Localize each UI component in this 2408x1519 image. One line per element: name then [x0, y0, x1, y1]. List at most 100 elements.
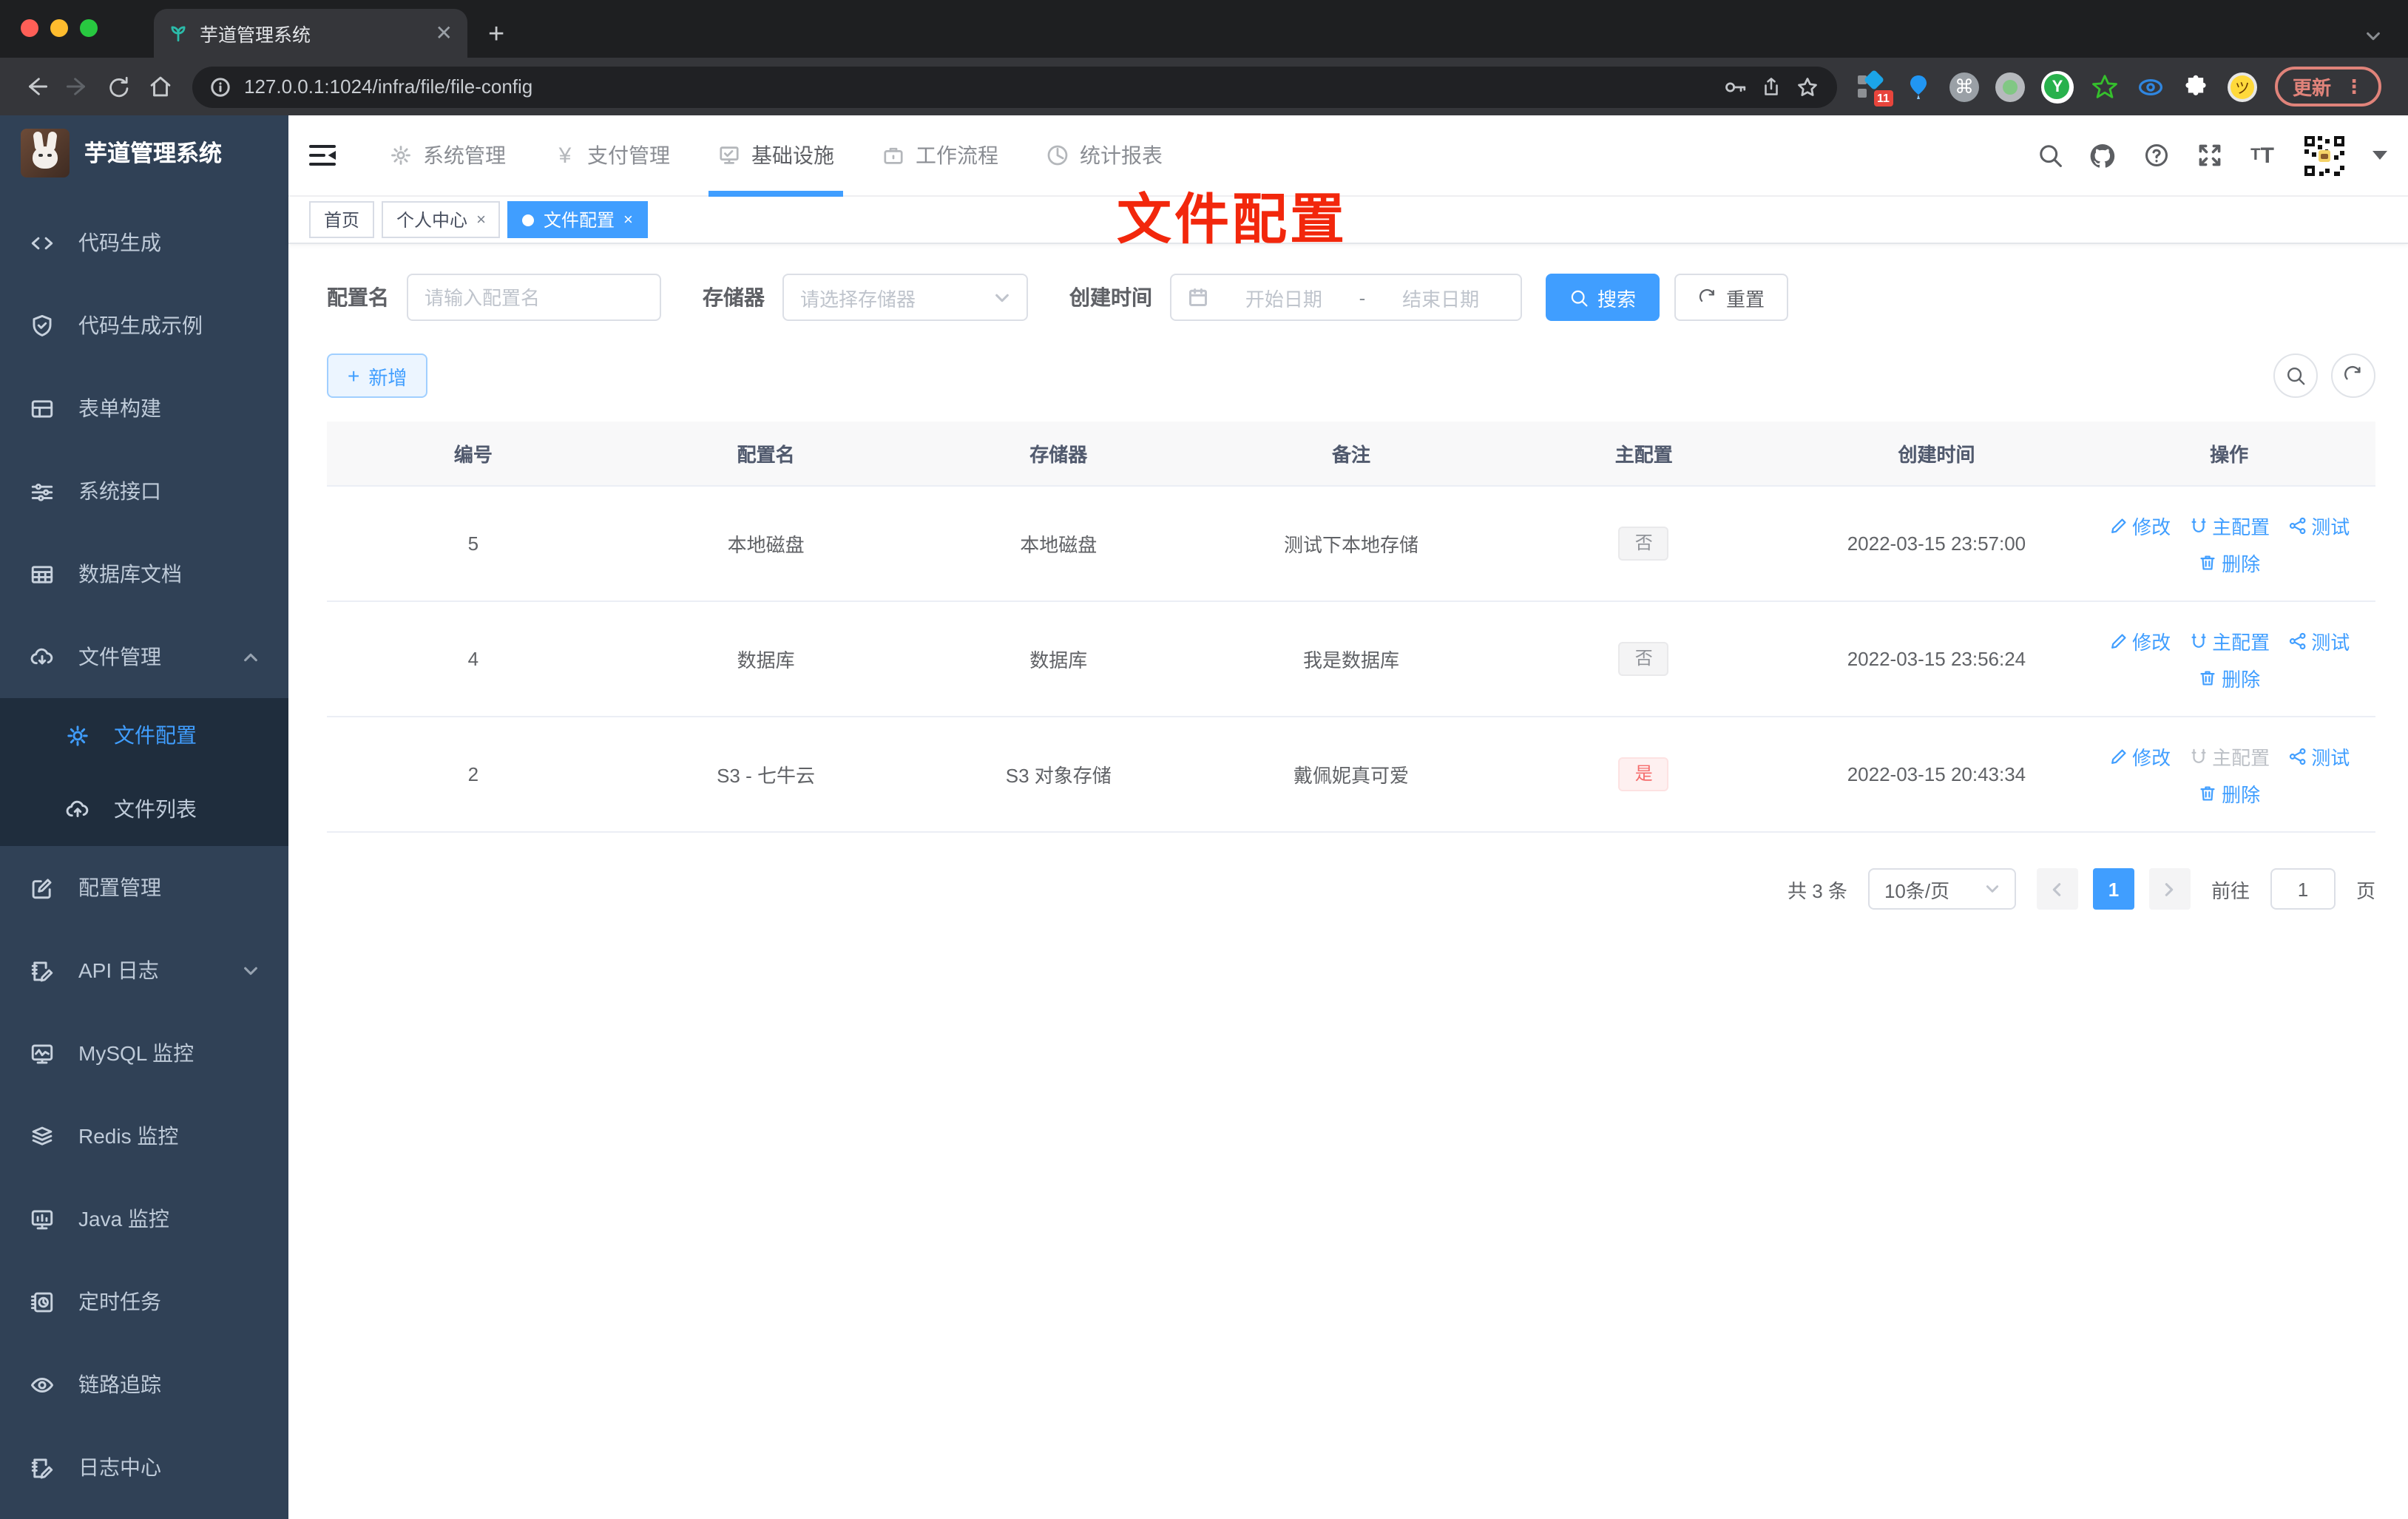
sidebar-item-db-doc[interactable]: 数据库文档	[0, 532, 288, 615]
goto-page-input[interactable]	[2280, 878, 2325, 900]
sidebar-item-code-example[interactable]: 代码生成示例	[0, 284, 288, 367]
sidebar-item-label: 文件管理	[78, 645, 161, 669]
current-page[interactable]: 1	[2092, 868, 2134, 910]
page-size-value: 10条/页	[1884, 879, 1950, 901]
pinned-extension-icon[interactable]: 11	[1857, 68, 1893, 106]
y-extension-icon[interactable]: Y	[2040, 70, 2074, 103]
prev-page-button[interactable]	[2036, 868, 2078, 910]
sidebar-item-label: 配置管理	[78, 876, 161, 899]
back-icon[interactable]	[15, 66, 56, 107]
sidebar-item-log-center[interactable]: 日志中心	[0, 1426, 288, 1509]
maximize-window-button[interactable]	[80, 19, 98, 37]
tag-profile[interactable]: 个人中心 ×	[382, 201, 501, 238]
sidebar-item-file-management[interactable]: 文件管理	[0, 615, 288, 698]
sidebar-item-mysql-monitor[interactable]: MySQL 监控	[0, 1012, 288, 1095]
action-label: 修改	[2132, 631, 2171, 653]
top-nav-infrastructure[interactable]: 基础设施	[694, 115, 858, 196]
sidebar-item-tracing[interactable]: 链路追踪	[0, 1343, 288, 1426]
forward-icon[interactable]	[56, 66, 98, 107]
master-config-link[interactable]: 主配置	[2188, 626, 2270, 654]
sidebar-item-scheduled-tasks[interactable]: 定时任务	[0, 1260, 288, 1343]
sidebar-item-code-generation[interactable]: 代码生成	[0, 201, 288, 284]
browser-update-button[interactable]: 更新 ⋮	[2274, 67, 2381, 106]
sidebar-item-file-config[interactable]: 文件配置	[0, 698, 288, 772]
show-search-icon-button[interactable]	[2273, 353, 2318, 398]
refresh-icon	[1700, 288, 1714, 302]
sidebar-item-config-management[interactable]: 配置管理	[0, 846, 288, 929]
emoji-extension-icon[interactable]: ツ	[2227, 72, 2257, 101]
search-icon[interactable]	[2035, 141, 2063, 169]
edit-link[interactable]: 修改	[2108, 511, 2171, 539]
collapse-sidebar-icon[interactable]	[306, 139, 339, 172]
date-range-picker[interactable]: 开始日期 - 结束日期	[1170, 274, 1522, 321]
browser-menu-icon[interactable]: ⋮	[2344, 75, 2364, 98]
fullscreen-icon[interactable]	[2195, 141, 2223, 169]
font-size-icon[interactable]: TT	[2248, 141, 2276, 169]
page-size-select[interactable]: 10条/页	[1867, 868, 2016, 910]
storage-select[interactable]: 请选择存储器	[782, 274, 1028, 321]
action-label: 修改	[2132, 746, 2171, 768]
password-key-icon[interactable]	[1723, 75, 1747, 98]
edit-link[interactable]: 修改	[2108, 626, 2171, 654]
minimize-window-button[interactable]	[50, 19, 68, 37]
star-extension-icon[interactable]	[2090, 72, 2120, 101]
close-window-button[interactable]	[21, 19, 38, 37]
gray-circle-extension-icon[interactable]	[1995, 72, 2025, 101]
sidebar-item-redis-monitor[interactable]: Redis 监控	[0, 1095, 288, 1177]
cell-id: 4	[467, 648, 479, 670]
avatar-dropdown-icon[interactable]	[2373, 142, 2387, 169]
delete-link[interactable]: 删除	[2198, 548, 2260, 576]
top-nav-payment[interactable]: ¥ 支付管理	[530, 115, 694, 196]
home-icon[interactable]	[139, 66, 180, 107]
chevron-up-icon	[243, 649, 259, 665]
test-link[interactable]: 测试	[2287, 511, 2350, 539]
puzzle-extension-icon[interactable]	[2182, 72, 2211, 101]
sidebar-item-form-builder[interactable]: 表单构建	[0, 367, 288, 450]
share-icon[interactable]	[1760, 75, 1782, 98]
tag-file-config[interactable]: 文件配置 ×	[507, 201, 648, 238]
tag-home[interactable]: 首页	[309, 201, 375, 238]
master-config-link[interactable]: 主配置	[2188, 511, 2270, 539]
github-icon[interactable]	[2089, 141, 2117, 169]
sidebar-item-file-list[interactable]: 文件列表	[0, 772, 288, 846]
action-label: 删除	[2222, 783, 2261, 805]
dashboard-icon	[1047, 145, 1068, 166]
next-page-button[interactable]	[2148, 868, 2191, 910]
eye-extension-icon[interactable]	[2136, 72, 2165, 101]
top-nav-system[interactable]: 系统管理	[365, 115, 530, 196]
test-link[interactable]: 测试	[2287, 626, 2350, 654]
sidebar-item-system-api[interactable]: 系统接口	[0, 450, 288, 532]
command-extension-icon[interactable]: ⌘	[1949, 72, 1979, 101]
tab-close-icon[interactable]: ✕	[436, 21, 453, 46]
cell-remark: 戴佩妮真可爱	[1293, 765, 1410, 787]
edit-link[interactable]: 修改	[2108, 742, 2171, 770]
top-nav-workflow[interactable]: 工作流程	[858, 115, 1022, 196]
refresh-table-icon-button[interactable]	[2331, 353, 2375, 398]
gear-icon	[391, 146, 410, 165]
reload-icon[interactable]	[98, 66, 139, 107]
help-icon[interactable]	[2142, 141, 2170, 169]
config-name-input[interactable]	[425, 286, 643, 308]
close-icon[interactable]: ×	[476, 211, 486, 229]
site-info-icon[interactable]	[210, 76, 231, 97]
close-icon[interactable]: ×	[623, 211, 633, 229]
sidebar-item-java-monitor[interactable]: Java 监控	[0, 1177, 288, 1260]
tab-strip-chevron-icon[interactable]	[2365, 28, 2381, 44]
tag-label: 个人中心	[396, 210, 468, 231]
reset-button[interactable]: 重置	[1674, 274, 1789, 321]
storage-placeholder: 请选择存储器	[800, 288, 916, 310]
bookmark-star-icon[interactable]	[1796, 75, 1819, 98]
add-button[interactable]: + 新增	[327, 353, 428, 398]
delete-link[interactable]: 删除	[2198, 779, 2260, 807]
search-button[interactable]: 搜索	[1546, 274, 1660, 321]
sidebar-item-api-log[interactable]: API 日志	[0, 929, 288, 1012]
address-bar[interactable]: 127.0.0.1:1024/infra/file/file-config	[192, 66, 1837, 107]
user-avatar[interactable]	[2302, 132, 2347, 178]
test-link[interactable]: 测试	[2287, 742, 2350, 770]
sidebar-logo-row[interactable]: 芋道管理系统	[0, 115, 288, 189]
browser-tab[interactable]: 芋道管理系统 ✕	[154, 9, 467, 58]
balloon-extension-icon[interactable]	[1904, 72, 1933, 101]
delete-link[interactable]: 删除	[2198, 663, 2260, 691]
sidebar-item-label: 定时任务	[78, 1290, 161, 1313]
new-tab-button[interactable]: +	[488, 13, 504, 58]
